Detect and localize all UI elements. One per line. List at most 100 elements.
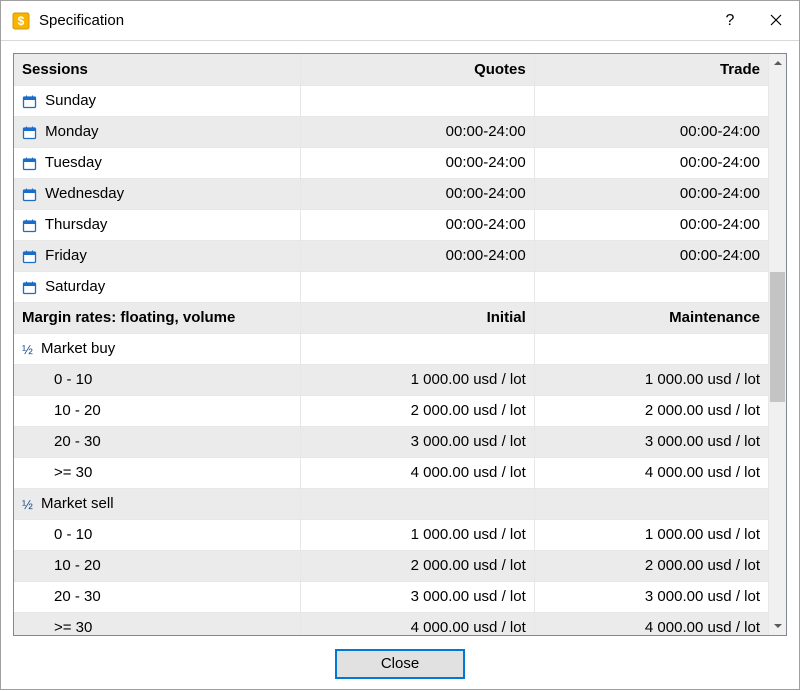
cell: >= 30 bbox=[14, 457, 301, 488]
table-row[interactable]: 10 - 202 000.00 usd / lot2 000.00 usd / … bbox=[14, 550, 768, 581]
cell: 00:00-24:00 bbox=[301, 209, 535, 240]
table-row[interactable]: Tuesday00:00-24:0000:00-24:00 bbox=[14, 147, 768, 178]
cell: Wednesday bbox=[14, 178, 301, 209]
cell: 4 000.00 usd / lot bbox=[301, 612, 535, 635]
table-row[interactable]: Sunday bbox=[14, 85, 768, 116]
cell: 20 - 30 bbox=[14, 426, 301, 457]
help-button[interactable]: ? bbox=[707, 1, 753, 41]
cell: 2 000.00 usd / lot bbox=[301, 550, 535, 581]
calendar-icon bbox=[22, 249, 37, 264]
table-row[interactable]: Margin rates: floating, volumeInitialMai… bbox=[14, 302, 768, 333]
fraction-icon: ½ bbox=[22, 497, 33, 512]
table-row[interactable]: >= 304 000.00 usd / lot4 000.00 usd / lo… bbox=[14, 612, 768, 635]
cell bbox=[301, 333, 535, 364]
table-row[interactable]: 20 - 303 000.00 usd / lot3 000.00 usd / … bbox=[14, 581, 768, 612]
cell: Friday bbox=[14, 240, 301, 271]
cell: 4 000.00 usd / lot bbox=[301, 457, 535, 488]
cell: 1 000.00 usd / lot bbox=[534, 364, 768, 395]
dialog-footer: Close bbox=[1, 636, 799, 691]
cell: Saturday bbox=[14, 271, 301, 302]
cell: Thursday bbox=[14, 209, 301, 240]
cell: 1 000.00 usd / lot bbox=[534, 519, 768, 550]
spec-table-scroll: SessionsQuotesTrade Sunday Monday00:00-2… bbox=[14, 54, 768, 635]
calendar-icon bbox=[22, 156, 37, 171]
cell: 10 - 20 bbox=[14, 395, 301, 426]
table-row[interactable]: 0 - 101 000.00 usd / lot1 000.00 usd / l… bbox=[14, 519, 768, 550]
column-header: Margin rates: floating, volume bbox=[14, 302, 301, 333]
cell: 00:00-24:00 bbox=[534, 116, 768, 147]
cell: ½ Market buy bbox=[14, 333, 301, 364]
titlebar: $ Specification ? bbox=[1, 1, 799, 41]
cell: 3 000.00 usd / lot bbox=[301, 426, 535, 457]
cell: 3 000.00 usd / lot bbox=[534, 581, 768, 612]
table-row[interactable]: Monday00:00-24:0000:00-24:00 bbox=[14, 116, 768, 147]
column-header: Maintenance bbox=[534, 302, 768, 333]
cell: 00:00-24:00 bbox=[301, 147, 535, 178]
table-row[interactable]: Wednesday00:00-24:0000:00-24:00 bbox=[14, 178, 768, 209]
close-window-button[interactable] bbox=[753, 1, 799, 41]
help-icon: ? bbox=[726, 12, 735, 30]
table-row[interactable]: ½ Market sell bbox=[14, 488, 768, 519]
cell: 1 000.00 usd / lot bbox=[301, 364, 535, 395]
cell bbox=[534, 488, 768, 519]
cell bbox=[301, 488, 535, 519]
table-row[interactable]: 0 - 101 000.00 usd / lot1 000.00 usd / l… bbox=[14, 364, 768, 395]
column-header: Trade bbox=[534, 54, 768, 85]
calendar-icon bbox=[22, 94, 37, 109]
cell: ½ Market sell bbox=[14, 488, 301, 519]
spec-table: SessionsQuotesTrade Sunday Monday00:00-2… bbox=[14, 54, 768, 635]
cell: 2 000.00 usd / lot bbox=[534, 550, 768, 581]
vertical-scrollbar[interactable] bbox=[768, 54, 786, 635]
cell: 00:00-24:00 bbox=[301, 178, 535, 209]
cell: Monday bbox=[14, 116, 301, 147]
calendar-icon bbox=[22, 187, 37, 202]
table-row[interactable]: 10 - 202 000.00 usd / lot2 000.00 usd / … bbox=[14, 395, 768, 426]
cell: 4 000.00 usd / lot bbox=[534, 612, 768, 635]
cell: 00:00-24:00 bbox=[301, 116, 535, 147]
cell: >= 30 bbox=[14, 612, 301, 635]
cell bbox=[301, 85, 535, 116]
cell: 2 000.00 usd / lot bbox=[301, 395, 535, 426]
table-row[interactable]: >= 304 000.00 usd / lot4 000.00 usd / lo… bbox=[14, 457, 768, 488]
calendar-icon bbox=[22, 218, 37, 233]
table-row[interactable]: Thursday00:00-24:0000:00-24:00 bbox=[14, 209, 768, 240]
spec-table-container: SessionsQuotesTrade Sunday Monday00:00-2… bbox=[13, 53, 787, 636]
scrollbar-up-arrow[interactable] bbox=[769, 54, 786, 72]
column-header: Sessions bbox=[14, 54, 301, 85]
calendar-icon bbox=[22, 280, 37, 295]
content-area: SessionsQuotesTrade Sunday Monday00:00-2… bbox=[1, 41, 799, 636]
table-row[interactable]: Friday00:00-24:0000:00-24:00 bbox=[14, 240, 768, 271]
table-row[interactable]: ½ Market buy bbox=[14, 333, 768, 364]
cell: 0 - 10 bbox=[14, 364, 301, 395]
cell: 3 000.00 usd / lot bbox=[301, 581, 535, 612]
cell: 00:00-24:00 bbox=[301, 240, 535, 271]
cell: 2 000.00 usd / lot bbox=[534, 395, 768, 426]
column-header: Initial bbox=[301, 302, 535, 333]
close-icon bbox=[770, 13, 782, 29]
cell: 00:00-24:00 bbox=[534, 178, 768, 209]
fraction-icon: ½ bbox=[22, 342, 33, 357]
cell: 00:00-24:00 bbox=[534, 240, 768, 271]
cell: 3 000.00 usd / lot bbox=[534, 426, 768, 457]
cell: 00:00-24:00 bbox=[534, 147, 768, 178]
column-header: Quotes bbox=[301, 54, 535, 85]
table-row[interactable]: Saturday bbox=[14, 271, 768, 302]
cell: 0 - 10 bbox=[14, 519, 301, 550]
table-row[interactable]: 20 - 303 000.00 usd / lot3 000.00 usd / … bbox=[14, 426, 768, 457]
app-icon: $ bbox=[11, 11, 31, 31]
cell bbox=[534, 333, 768, 364]
scrollbar-thumb[interactable] bbox=[770, 272, 785, 402]
window-title: Specification bbox=[39, 12, 707, 29]
table-row[interactable]: SessionsQuotesTrade bbox=[14, 54, 768, 85]
svg-text:$: $ bbox=[18, 14, 25, 28]
cell: 00:00-24:00 bbox=[534, 209, 768, 240]
cell bbox=[301, 271, 535, 302]
cell bbox=[534, 85, 768, 116]
cell: 10 - 20 bbox=[14, 550, 301, 581]
cell bbox=[534, 271, 768, 302]
scrollbar-down-arrow[interactable] bbox=[769, 617, 786, 635]
cell: 4 000.00 usd / lot bbox=[534, 457, 768, 488]
cell: 1 000.00 usd / lot bbox=[301, 519, 535, 550]
close-button[interactable]: Close bbox=[335, 649, 465, 679]
calendar-icon bbox=[22, 125, 37, 140]
